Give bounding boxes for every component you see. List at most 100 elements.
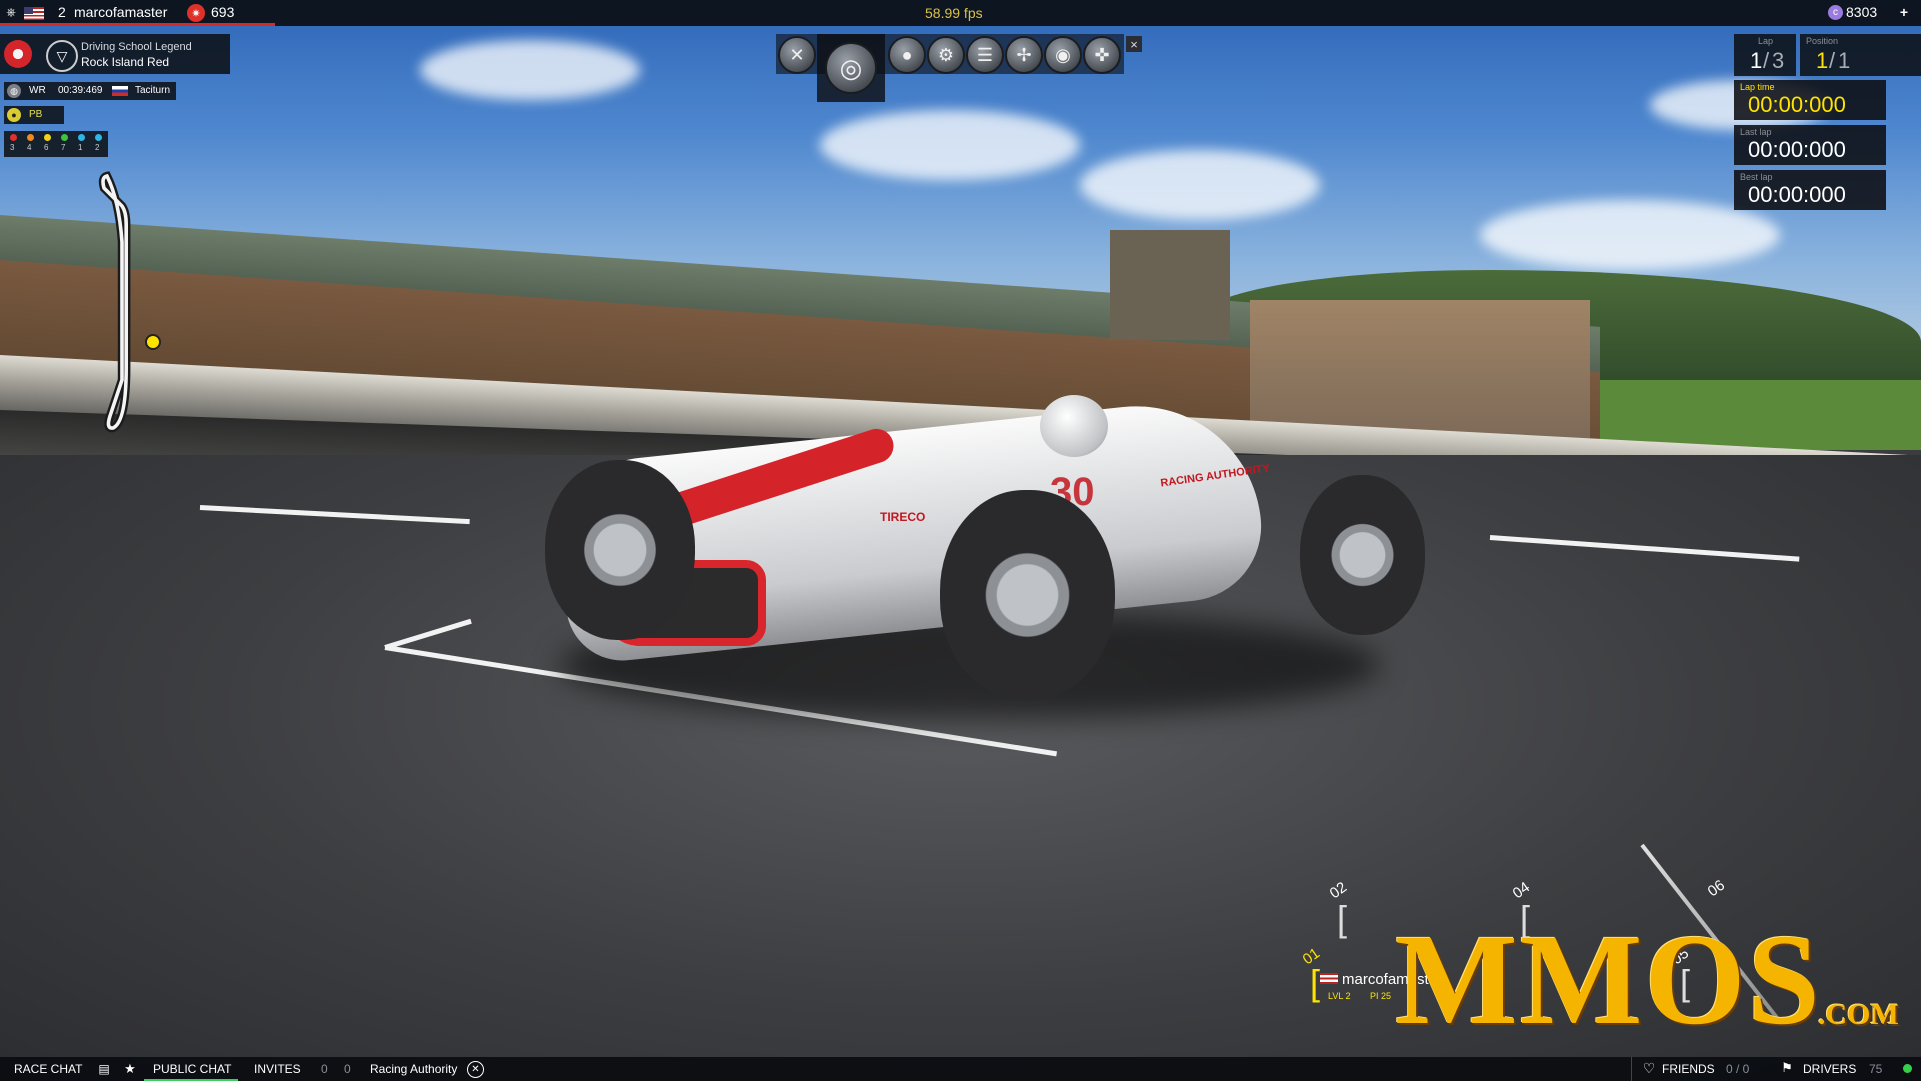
sponsor-decal: TIRECO [880, 510, 926, 524]
skill-dot: 7 [59, 133, 71, 155]
lap-time-value: 00:00:000 [1748, 92, 1846, 117]
best-lap-panel: Best lap 00:00:000 [1734, 170, 1886, 210]
skill-dot-icon [95, 134, 102, 141]
last-lap-value: 00:00:000 [1748, 137, 1846, 162]
fps-counter: 58.99 fps [925, 5, 983, 21]
ru-flag-icon [112, 86, 128, 96]
cloud [1480, 200, 1780, 270]
best-lap-label: Best lap [1740, 172, 1773, 182]
username[interactable]: marcofamaster [74, 4, 167, 20]
lap-time-panel: Lap time 00:00:000 [1734, 80, 1886, 120]
club-name[interactable]: Racing Authority [370, 1062, 457, 1076]
pit-building [1250, 300, 1590, 440]
mmos-watermark-suffix: .COM [1818, 998, 1899, 1031]
list-icon[interactable]: ☰ [966, 36, 1004, 74]
divider [1631, 1057, 1632, 1081]
track-minimap [98, 171, 161, 433]
add-currency-button[interactable]: + [1896, 4, 1912, 20]
camera-icon[interactable]: ◉ [1044, 36, 1082, 74]
skill-dot-icon [61, 134, 68, 141]
grid-bracket: [ [1337, 898, 1348, 939]
heart-icon: ♡ [1642, 1059, 1656, 1076]
online-status-icon [1903, 1064, 1912, 1073]
cloud [1080, 150, 1320, 220]
skill-dot: 1 [76, 133, 88, 155]
wheel-front-left [545, 460, 695, 640]
position-counter: Position 1 / 1 [1800, 34, 1921, 76]
position-current: 1 [1816, 48, 1829, 73]
player-position-marker [145, 334, 161, 350]
skill-dot-number: 2 [95, 143, 100, 152]
world-record-row: ◍ WR 00:39:469 Taciturn [4, 82, 176, 100]
skill-dot: 4 [25, 133, 37, 155]
us-flag-icon [24, 7, 44, 20]
globe-icon: ◍ [7, 84, 21, 98]
currency-icon: c [1828, 5, 1843, 20]
grid-slot-06: 06 [1704, 876, 1729, 901]
invites-count-b: 0 [344, 1062, 351, 1076]
wr-driver[interactable]: Taciturn [135, 85, 170, 96]
skill-indicators: 3 4 6 7 1 2 [4, 131, 108, 157]
wheel-rear-right [1300, 475, 1425, 635]
castle-tower [1110, 230, 1230, 340]
skill-dot: 2 [93, 133, 105, 155]
event-title: Driving School Legend [81, 41, 192, 53]
drivers-count: 75 [1869, 1062, 1883, 1076]
bottom-bar: RACE CHAT ▤ ★ PUBLIC CHAT INVITES 0 0 Ra… [0, 1057, 1921, 1081]
skill-dot-icon [78, 134, 85, 141]
invites-count-a: 0 [321, 1062, 328, 1076]
event-panel: ▽ Driving School Legend Rock Island Red [0, 34, 230, 74]
target-icon[interactable]: ◎ [825, 42, 877, 94]
mmos-watermark: MMOS [1395, 908, 1822, 1052]
xp-bar [0, 23, 275, 26]
skill-dot-icon [27, 134, 34, 141]
lap-total: 3 [1772, 48, 1785, 73]
points-value: 693 [211, 4, 235, 20]
gear-icon[interactable]: ⚙ [927, 36, 965, 74]
friends-tab[interactable]: FRIENDS [1662, 1062, 1715, 1076]
position-total: 1 [1838, 48, 1851, 73]
chat-list-icon[interactable]: ▤ [95, 1060, 113, 1078]
grid-level: LVL 2 [1328, 991, 1351, 1001]
skill-dot: 3 [8, 133, 20, 155]
driver-helmet [1040, 395, 1108, 457]
person-icon: ● [7, 108, 21, 122]
top-bar: ⎈ 2 marcofamaster ✷ 693 58.99 fps c 8303… [0, 0, 1921, 26]
skill-dot-icon [10, 134, 17, 141]
steering-wheel-icon: ⎈ [6, 4, 16, 19]
last-lap-label: Last lap [1740, 127, 1772, 137]
star-icon[interactable]: ★ [121, 1060, 139, 1078]
lap-label: Lap [1758, 36, 1774, 46]
us-flag-icon [1320, 973, 1338, 984]
public-chat-label: PUBLIC CHAT [153, 1062, 232, 1076]
close-x-icon[interactable]: ✕ [778, 36, 816, 74]
lap-time-label: Lap time [1740, 82, 1775, 92]
steering-icon[interactable]: ✜ [1083, 36, 1121, 74]
toolbar-close-button[interactable]: × [1126, 36, 1142, 52]
event-car: Rock Island Red [81, 55, 170, 69]
personal-best-row: ● PB [4, 106, 64, 124]
drivers-tab[interactable]: DRIVERS [1803, 1062, 1856, 1076]
disc-icon[interactable]: ● [888, 36, 926, 74]
close-club-icon[interactable]: ✕ [467, 1061, 484, 1078]
race-chat-tab[interactable]: RACE CHAT [14, 1062, 82, 1076]
skill-dot-number: 3 [10, 143, 15, 152]
pb-label: PB [29, 109, 43, 120]
invites-tab[interactable]: INVITES [254, 1062, 301, 1076]
best-lap-value: 00:00:000 [1748, 182, 1846, 207]
position-label: Position [1806, 36, 1839, 46]
grid-bracket-player: [ [1310, 962, 1321, 1003]
skill-dot-number: 1 [78, 143, 83, 152]
skill-dot-number: 4 [27, 143, 32, 152]
skill-dot: 6 [42, 133, 54, 155]
skill-dot-icon [44, 134, 51, 141]
cloud [420, 40, 640, 100]
currency-value: 8303 [1846, 4, 1878, 20]
wr-time: 00:39:469 [58, 85, 103, 96]
wr-label: WR [29, 85, 46, 96]
event-badge-icon [4, 40, 32, 68]
last-lap-panel: Last lap 00:00:000 [1734, 125, 1886, 165]
car-brand-icon: ▽ [46, 40, 78, 72]
wheel-front-right [940, 490, 1115, 700]
wrench-icon[interactable]: ✢ [1005, 36, 1043, 74]
